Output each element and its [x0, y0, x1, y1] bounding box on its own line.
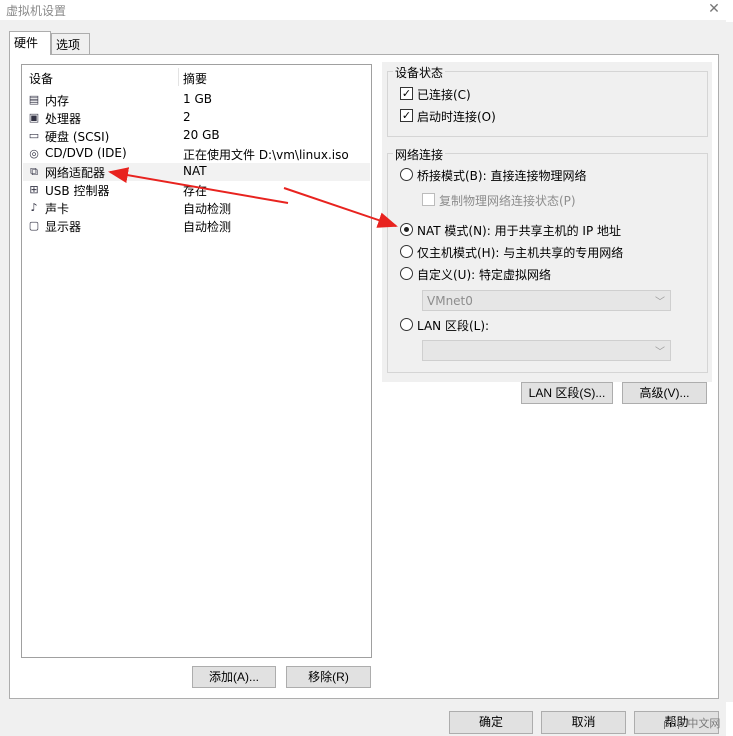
network-adapter-icon: ⧉ [30, 165, 38, 178]
tab-hardware-label: 硬件 [14, 36, 39, 50]
window-title: 虚拟机设置 [6, 4, 67, 18]
connected-checkbox[interactable]: ✓ [400, 87, 413, 100]
device-row-memory[interactable]: ▤ 内存 1 GB [23, 91, 370, 109]
radio-selected-dot [404, 227, 409, 232]
hard-disk-icon: ▭ [28, 129, 40, 142]
device-summary: NAT [183, 164, 207, 178]
nat-label[interactable]: NAT 模式(N): 用于共享主机的 IP 地址 [417, 222, 621, 239]
display-icon: ▢ [28, 219, 40, 232]
device-name: USB 控制器 [45, 184, 110, 198]
device-summary: 存在 [183, 184, 208, 198]
custom-network-value: VMnet0 [427, 294, 473, 308]
custom-label[interactable]: 自定义(U): 特定虚拟网络 [417, 266, 551, 283]
replicate-state-label[interactable]: 复制物理网络连接状态(P) [439, 192, 576, 209]
device-summary: 自动检测 [183, 202, 232, 216]
usb-icon: ⊞ [29, 183, 39, 196]
host-only-label[interactable]: 仅主机模式(H): 与主机共享的专用网络 [417, 244, 623, 261]
connect-at-power-on-checkbox[interactable]: ✓ [400, 109, 413, 122]
bridged-radio[interactable] [400, 168, 413, 181]
memory-icon: ▤ [28, 93, 40, 106]
bridged-label[interactable]: 桥接模式(B): 直接连接物理网络 [417, 167, 586, 184]
tab-options[interactable]: 选项 [51, 33, 90, 54]
device-row-hard-disk[interactable]: ▭ 硬盘 (SCSI) 20 GB [23, 127, 370, 145]
ok-button[interactable]: 确定 [449, 711, 533, 734]
tab-hardware[interactable]: 硬件 [9, 31, 51, 55]
device-row-cd-dvd[interactable]: ◎ CD/DVD (IDE) 正在使用文件 D:\vm\linux.iso [23, 145, 370, 163]
custom-network-select[interactable]: VMnet0 ﹀ [422, 290, 671, 311]
window-edge [726, 22, 733, 702]
replicate-state-checkbox[interactable] [422, 193, 435, 206]
chevron-down-icon: ﹀ [655, 347, 665, 358]
column-separator[interactable] [178, 68, 179, 86]
remove-device-button[interactable]: 移除(R) [286, 666, 371, 688]
device-name: 硬盘 (SCSI) [45, 130, 110, 144]
device-summary: 1 GB [183, 92, 212, 106]
close-icon[interactable]: ✕ [706, 1, 722, 17]
device-status-title: 设备状态 [393, 64, 446, 81]
column-header-summary[interactable]: 摘要 [183, 70, 207, 87]
lan-segment-radio[interactable] [400, 318, 413, 331]
connect-at-power-on-label[interactable]: 启动时连接(O) [417, 108, 496, 125]
device-summary: 自动检测 [183, 220, 232, 234]
custom-radio[interactable] [400, 267, 413, 280]
device-row-usb-controller[interactable]: ⊞ USB 控制器 存在 [23, 181, 370, 199]
processor-icon: ▣ [28, 111, 40, 124]
cd-dvd-icon: ◎ [29, 147, 39, 160]
device-summary: 正在使用文件 D:\vm\linux.iso [183, 148, 349, 162]
device-row-processor[interactable]: ▣ 处理器 2 [23, 109, 370, 127]
device-name: 声卡 [45, 202, 70, 216]
network-connection-title: 网络连接 [393, 146, 446, 163]
tab-options-label: 选项 [56, 38, 81, 52]
nat-radio[interactable] [400, 223, 413, 236]
device-summary: 2 [183, 110, 191, 124]
device-row-sound-card[interactable]: ♪ 声卡 自动检测 [23, 199, 370, 217]
add-device-button[interactable]: 添加(A)... [192, 666, 276, 688]
host-only-radio[interactable] [400, 245, 413, 258]
cancel-button[interactable]: 取消 [541, 711, 626, 734]
device-row-display[interactable]: ▢ 显示器 自动检测 [23, 217, 370, 235]
advanced-button[interactable]: 高级(V)... [622, 382, 707, 404]
column-header-device[interactable]: 设备 [29, 70, 53, 87]
device-summary: 20 GB [183, 128, 220, 142]
sound-card-icon: ♪ [30, 201, 38, 214]
lan-segment-select[interactable]: ﹀ [422, 340, 671, 361]
device-row-network-adapter[interactable]: ⧉ 网络适配器 NAT [23, 163, 370, 181]
site-watermark: php 中文网 [663, 717, 721, 730]
title-bar: 虚拟机设置 ✕ [0, 0, 733, 20]
device-name: 内存 [45, 94, 70, 108]
connected-label[interactable]: 已连接(C) [417, 86, 471, 103]
chevron-down-icon: ﹀ [655, 297, 665, 308]
lan-segments-button[interactable]: LAN 区段(S)... [521, 382, 613, 404]
lan-segment-label[interactable]: LAN 区段(L): [417, 317, 489, 334]
device-name: 网络适配器 [45, 166, 106, 180]
device-name: 处理器 [45, 112, 82, 126]
device-name: CD/DVD (IDE) [45, 146, 127, 160]
device-name: 显示器 [45, 220, 82, 234]
